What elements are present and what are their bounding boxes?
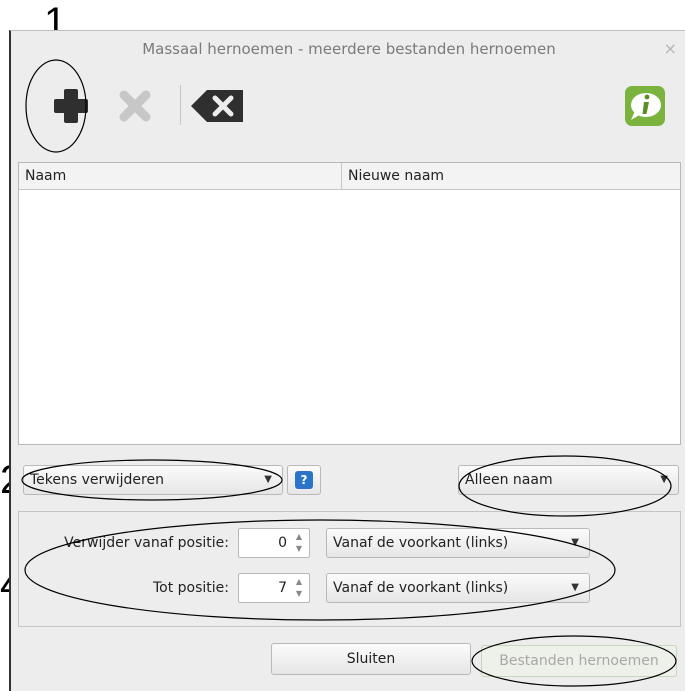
remove-file-button[interactable] xyxy=(107,81,163,131)
scope-select[interactable]: Alleen naam ▼ xyxy=(458,465,679,495)
operation-select[interactable]: Tekens verwijderen ▼ xyxy=(23,465,283,495)
to-direction-select[interactable]: Vanaf de voorkant (links) ▼ xyxy=(326,573,590,603)
spin-arrows-icon[interactable]: ▲ ▼ xyxy=(292,531,306,555)
chevron-down-icon: ▼ xyxy=(571,537,579,548)
spin-arrows-icon[interactable]: ▲ ▼ xyxy=(292,576,306,600)
from-position-label: Verwijder vanaf positie: xyxy=(64,535,229,551)
to-direction-value: Vanaf de voorkant (links) xyxy=(333,580,509,596)
to-position-label: Tot positie: xyxy=(152,580,229,596)
help-button[interactable]: ? xyxy=(287,465,321,495)
add-files-button[interactable] xyxy=(43,81,99,131)
rename-files-button[interactable]: Bestanden hernoemen xyxy=(481,645,677,677)
toolbar-separator xyxy=(180,85,181,125)
to-position-spinner[interactable]: 7 ▲ ▼ xyxy=(238,573,310,603)
chevron-down-icon: ▼ xyxy=(660,474,668,485)
options-group: Verwijder vanaf positie: 0 ▲ ▼ Vanaf de v… xyxy=(18,511,681,627)
remove-x-icon xyxy=(117,88,153,124)
column-header-name[interactable]: Naam xyxy=(19,163,342,190)
from-position-value: 0 xyxy=(278,535,287,551)
close-window-icon[interactable]: × xyxy=(664,31,677,67)
column-header-new-name[interactable]: Nieuwe naam xyxy=(342,163,680,190)
from-position-spinner[interactable]: 0 ▲ ▼ xyxy=(238,528,310,558)
clear-list-button[interactable] xyxy=(189,81,245,131)
clear-backspace-icon xyxy=(189,88,245,124)
chevron-down-icon: ▼ xyxy=(264,474,272,485)
chevron-down-icon: ▼ xyxy=(571,582,579,593)
title-bar[interactable]: Massaal hernoemen - meerdere bestanden h… xyxy=(11,31,685,67)
scope-select-value: Alleen naam xyxy=(465,472,553,488)
info-button[interactable] xyxy=(617,81,673,131)
window-title: Massaal hernoemen - meerdere bestanden h… xyxy=(142,40,556,58)
from-direction-select[interactable]: Vanaf de voorkant (links) ▼ xyxy=(326,528,590,558)
to-position-value: 7 xyxy=(278,580,287,596)
info-speech-icon xyxy=(623,84,667,128)
bulk-rename-dialog: Massaal hernoemen - meerdere bestanden h… xyxy=(9,30,685,691)
operation-select-value: Tekens verwijderen xyxy=(30,472,164,488)
help-icon: ? xyxy=(295,471,313,489)
file-list[interactable]: Naam Nieuwe naam xyxy=(18,162,681,445)
from-direction-value: Vanaf de voorkant (links) xyxy=(333,535,509,551)
close-button[interactable]: Sluiten xyxy=(271,643,471,675)
plus-icon xyxy=(51,86,91,126)
